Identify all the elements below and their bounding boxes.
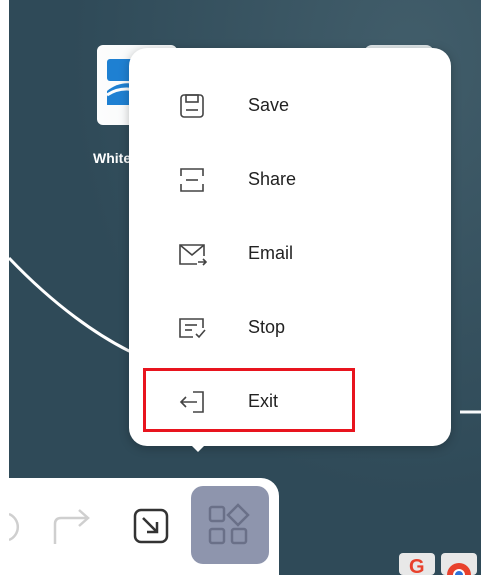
menu-item-label: Email — [248, 243, 294, 263]
menu-item-share[interactable]: Share — [129, 150, 451, 210]
share-icon — [180, 168, 204, 192]
email-icon — [179, 244, 207, 266]
google-icon[interactable] — [399, 553, 435, 575]
menu-item-email[interactable]: Email — [129, 224, 451, 284]
undo-icon[interactable] — [9, 510, 29, 544]
menu-item-stop[interactable]: Stop — [129, 298, 451, 358]
redo-icon[interactable] — [51, 508, 95, 548]
exit-highlight-box — [143, 368, 355, 432]
bottom-toolbar — [9, 478, 279, 575]
menu-pointer — [186, 440, 210, 452]
save-icon — [180, 94, 204, 118]
menu-item-save[interactable]: Save — [129, 76, 451, 136]
apps-grid-button[interactable] — [191, 486, 269, 564]
resize-icon[interactable] — [131, 506, 171, 546]
chrome-icon[interactable] — [441, 553, 477, 575]
app-label: White — [93, 150, 132, 166]
menu-item-label: Share — [248, 169, 297, 189]
tray-icons: G — [399, 553, 481, 575]
menu-item-label: Save — [248, 95, 290, 115]
menu-item-label: Stop — [248, 317, 286, 337]
stop-icon — [179, 318, 206, 339]
svg-text:G: G — [409, 556, 425, 575]
apps-grid-icon — [208, 503, 250, 545]
